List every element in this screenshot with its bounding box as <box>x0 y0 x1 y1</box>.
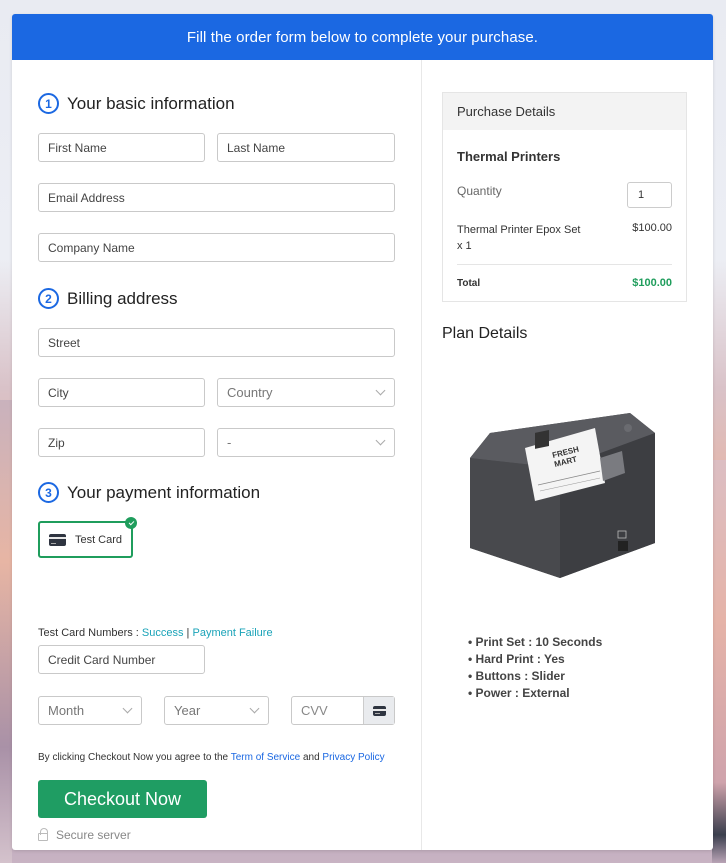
last-name-input[interactable]: Last Name <box>217 133 395 162</box>
item-qty: x 1 <box>457 240 472 252</box>
cvv-addon <box>363 697 394 724</box>
plan-features: Print Set : 10 Seconds Hard Print : Yes … <box>468 634 603 702</box>
company-input[interactable]: Company Name <box>38 233 395 262</box>
chevron-down-icon <box>375 385 386 396</box>
quantity-label: Quantity <box>457 184 502 198</box>
state-value: - <box>227 435 232 450</box>
lock-icon <box>38 828 48 841</box>
country-value: Country <box>227 385 273 400</box>
payment-failure-link[interactable]: Payment Failure <box>192 627 272 639</box>
feature-item: Hard Print : Yes <box>468 651 602 668</box>
step-1-icon: 1 <box>38 93 59 114</box>
purchase-details: Purchase Details Thermal Printers Quanti… <box>442 92 687 302</box>
step-3-icon: 3 <box>38 482 59 503</box>
street-input[interactable]: Street <box>38 328 395 357</box>
chevron-down-icon <box>375 435 386 446</box>
total-value: $100.00 <box>632 277 672 289</box>
chevron-down-icon <box>122 703 133 714</box>
test-card-label: Test Card <box>74 533 123 546</box>
terms-of-service-link[interactable]: Term of Service <box>231 752 300 763</box>
year-select[interactable]: Year <box>164 696 269 725</box>
cvv-placeholder: CVV <box>301 703 328 718</box>
secure-server: Secure server <box>38 828 131 842</box>
test-card-numbers: Test Card Numbers : Success | Payment Fa… <box>38 627 273 639</box>
section-payment: 3 Your payment information <box>38 482 260 503</box>
plan-details-title: Plan Details <box>442 325 528 342</box>
section-title: Your basic information <box>67 93 235 113</box>
section-title: Your payment information <box>67 482 261 502</box>
feature-item: Buttons : Slider <box>468 668 602 685</box>
order-form: 1 Your basic information First Name Last… <box>12 60 422 850</box>
success-link[interactable]: Success <box>142 627 184 639</box>
line-item: Thermal Printer Epox Set x 1 <box>457 222 581 254</box>
divider <box>457 264 672 265</box>
terms-text: By clicking Checkout Now you agree to th… <box>38 752 385 763</box>
cvv-input[interactable]: CVV <box>291 696 395 725</box>
checkout-card: Fill the order form below to complete yo… <box>12 14 713 850</box>
section-basic-info: 1 Your basic information <box>38 93 235 114</box>
test-card-option[interactable]: Test Card <box>38 517 137 558</box>
zip-input[interactable]: Zip <box>38 428 205 457</box>
item-price: $100.00 <box>632 222 672 234</box>
item-name: Thermal Printer Epox Set <box>457 224 581 236</box>
email-input[interactable]: Email Address <box>38 183 395 212</box>
first-name-input[interactable]: First Name <box>38 133 205 162</box>
terms-and: and <box>300 752 323 763</box>
section-title: Billing address <box>67 288 178 308</box>
privacy-policy-link[interactable]: Privacy Policy <box>322 752 384 763</box>
feature-item: Power : External <box>468 685 602 702</box>
purchase-details-header: Purchase Details <box>443 93 686 130</box>
quantity-input[interactable]: 1 <box>627 182 672 208</box>
terms-prefix: By clicking Checkout Now you agree to th… <box>38 752 231 763</box>
month-select[interactable]: Month <box>38 696 142 725</box>
secure-server-label: Secure server <box>56 828 131 842</box>
banner: Fill the order form below to complete yo… <box>12 14 713 60</box>
step-2-icon: 2 <box>38 288 59 309</box>
checkout-now-button[interactable]: Checkout Now <box>38 780 207 818</box>
country-select[interactable]: Country <box>217 378 395 407</box>
credit-card-icon <box>48 533 66 546</box>
city-input[interactable]: City <box>38 378 205 407</box>
thermal-printer-image: FRESH MART <box>470 413 655 578</box>
checkmark-icon <box>125 517 137 529</box>
feature-item: Print Set : 10 Seconds <box>468 634 603 651</box>
section-billing: 2 Billing address <box>38 288 178 309</box>
total-label: Total <box>457 278 481 289</box>
background-left <box>0 400 12 863</box>
state-select[interactable]: - <box>217 428 395 457</box>
chevron-down-icon <box>249 703 260 714</box>
product-name: Thermal Printers <box>457 149 561 164</box>
card-number-input[interactable]: Credit Card Number <box>38 645 205 674</box>
test-numbers-label: Test Card Numbers : <box>38 627 142 639</box>
background-right <box>712 460 726 863</box>
month-value: Month <box>48 703 85 718</box>
sidebar: Purchase Details Thermal Printers Quanti… <box>422 60 713 850</box>
year-value: Year <box>174 703 201 718</box>
credit-card-icon <box>372 705 386 716</box>
